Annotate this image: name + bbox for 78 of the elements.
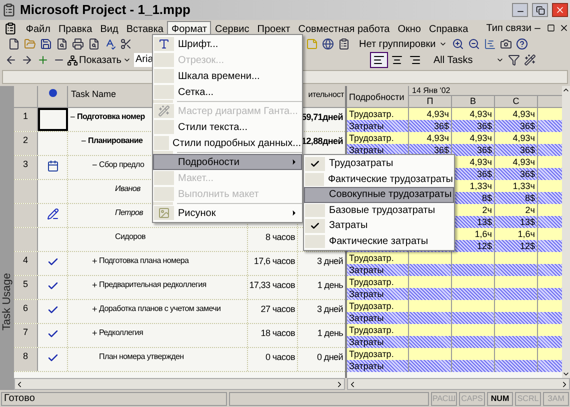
detail-value: 4,93ч [470,108,492,120]
work-cell-text: 18 часов [260,327,295,340]
duration-cell-text: 1 день [317,327,343,340]
duration-cell-text: 0 дней [317,351,343,364]
detail-value: 4,93ч [426,108,449,120]
detail-value: 12$ [476,240,492,252]
task-name: Сидоров [115,231,146,243]
detail-value: 4,93ч [470,156,492,168]
detail-value: 36$ [520,168,535,180]
duration-cell-text: 59,71дней [301,111,343,124]
detail-value: 13$ [520,216,535,228]
detail-value: 4,93ч [512,132,535,144]
duration-cell-text: 1 день [317,279,343,292]
week-header: 14 Янв '02 [409,86,562,96]
window-title: Microsoft Project - 1_1.mpp [20,1,192,20]
detail-value: 36$ [434,144,449,156]
detail-value: 4,93ч [512,108,535,120]
day-header: С [495,96,538,107]
status-indicator: SCRL [515,392,541,406]
detail-label: Трудозатр. [349,301,394,311]
task-name: Сбор предло [99,159,144,171]
task-name: Планирование [88,135,143,147]
detail-label: Затраты [349,361,384,371]
status-indicator: РАСШ [431,392,457,406]
duration-cell-text: 3 дней [317,303,343,316]
detail-value: 36$ [520,120,535,132]
detail-value: 8$ [524,192,535,204]
status-indicator: NUM [487,392,513,406]
task-name: Подготовка номер [77,111,145,123]
detail-value: 2ч [525,204,535,216]
detail-label: Трудозатр. [349,133,394,143]
day-header: В [452,96,495,107]
work-cell-text: 0 часов [266,351,295,364]
task-name: Иванов [115,183,140,195]
task-name: Предварительная редколлегия [99,279,206,291]
detail-value: 4,93ч [426,132,449,144]
duration-cell-text: 3 дней [317,255,343,268]
work-cell-text: 17,6 часов [254,255,295,268]
detail-value: 2ч [482,204,492,216]
task-name: Подготовка плана номера [99,255,189,267]
detail-value: 13$ [476,216,492,228]
day-header: П [409,96,452,107]
detail-value: 36$ [434,120,449,132]
detail-label: Затраты [349,121,384,131]
detail-value: 12$ [520,240,535,252]
detail-value: 36$ [520,144,535,156]
detail-value: 1,6ч [474,228,492,240]
detail-label: Трудозатр. [349,325,394,335]
detail-value: 1,33ч [512,180,535,192]
detail-label: Затраты [349,145,384,155]
task-name: Редколлегия [99,327,143,339]
detail-label: Трудозатр. [349,349,394,359]
detail-value: 4,93ч [512,156,535,168]
work-cell-text: 8 часов [266,231,295,244]
detail-value: 36$ [476,168,492,180]
detail-label: Затраты [349,337,384,347]
duration-cell-text: 12,88дней [301,135,343,148]
detail-value: 4,93ч [470,132,492,144]
detail-label: Затраты [349,313,384,323]
detail-value: 36$ [476,120,492,132]
work-cell-text: 27 часов [260,303,295,316]
view-label: Task Usage [0,272,14,330]
work-cell-text: 17,33 часов [249,279,295,292]
task-name: План номера утвержден [99,351,184,363]
task-name: Петров [115,207,144,219]
detail-label: Затраты [349,289,384,299]
detail-label: Трудозатр. [349,277,394,287]
detail-label: Затраты [349,265,384,275]
detail-value: 1,6ч [518,228,535,240]
status-indicator: ЗАМ [543,392,569,406]
status-indicator: CAPS [459,392,485,406]
detail-label: Трудозатр. [349,109,394,119]
detail-label: Трудозатр. [349,253,394,263]
task-name: Доработка планов с учетом замечи [99,303,221,315]
status-message: Готово [1,392,227,406]
detail-value: 36$ [476,144,492,156]
detail-value: 8$ [482,192,492,204]
detail-value: 1,33ч [470,180,492,192]
